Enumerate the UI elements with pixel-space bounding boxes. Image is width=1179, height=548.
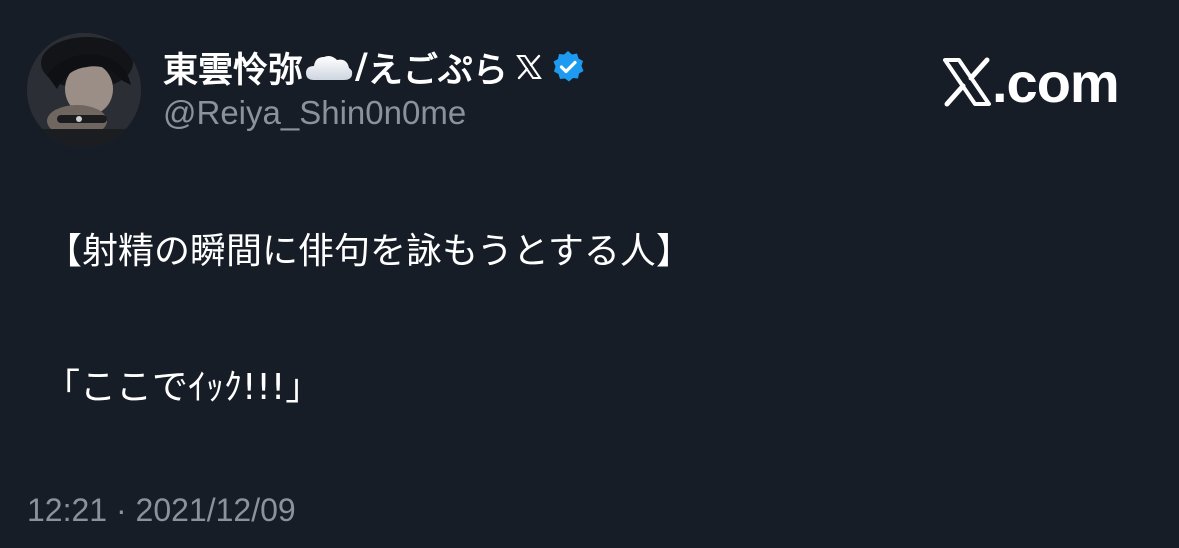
- tweet-text-line-2: 「ここでｲｯｸ!!!」: [44, 367, 322, 408]
- user-name-row: 東雲怜弥 / えごぷら: [163, 42, 586, 93]
- xcom-text: .com: [992, 50, 1120, 114]
- xcom-logo: .com: [941, 50, 1120, 114]
- name-separator: /: [355, 47, 368, 87]
- tweet-text-line-1: 【射精の瞬間に俳句を詠もうとする人】: [46, 231, 692, 272]
- user-handle[interactable]: @Reiya_Shin0n0me: [163, 94, 466, 132]
- cloud-icon: [304, 50, 354, 84]
- verified-badge-icon[interactable]: [550, 49, 586, 85]
- avatar[interactable]: [27, 33, 141, 147]
- avatar-photo-icon: [27, 33, 141, 147]
- x-badge-icon: [514, 52, 544, 82]
- display-name-suffix: えごぷら: [367, 50, 508, 91]
- x-logo-icon: [941, 56, 993, 108]
- display-name[interactable]: 東雲怜弥: [163, 42, 303, 93]
- tweet-timestamp[interactable]: 12:21 · 2021/12/09: [27, 492, 296, 529]
